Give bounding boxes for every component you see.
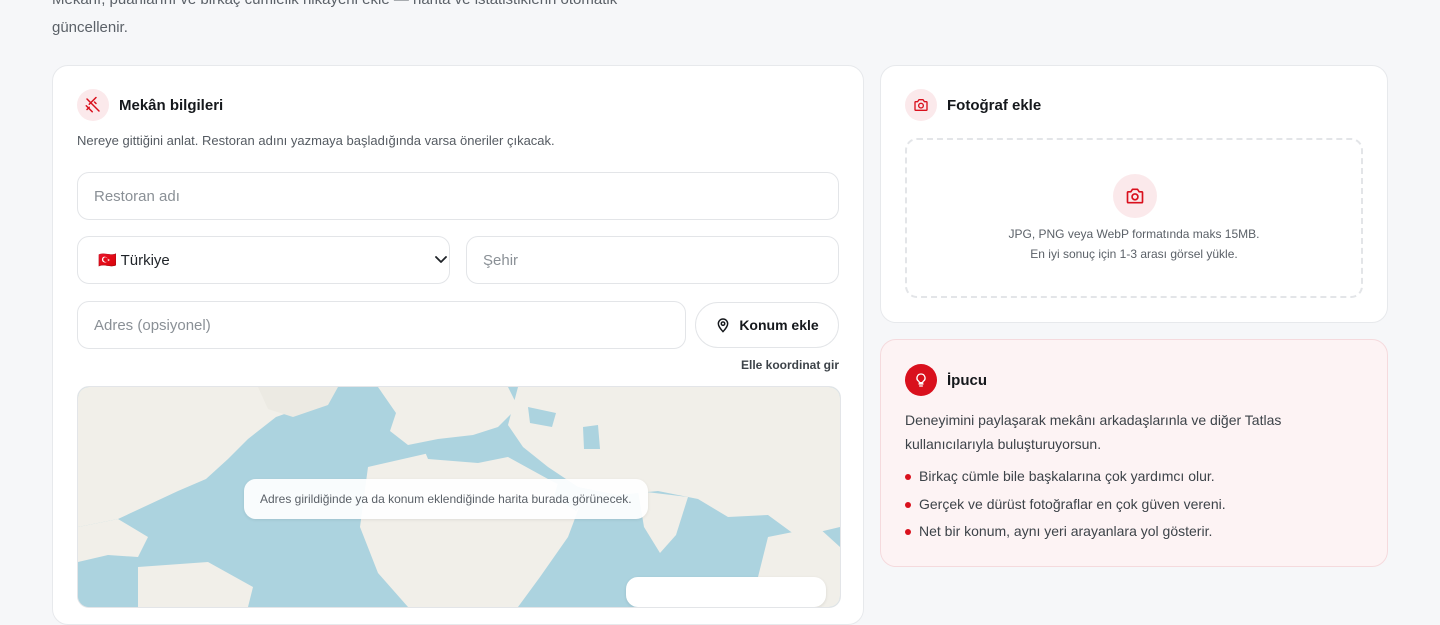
venue-info-card: Mekân bilgileri Nereye gittiğini anlat. … — [52, 65, 864, 625]
tip-list-item: Net bir konum, aynı yeri arayanlara yol … — [905, 521, 1226, 549]
photo-dropzone[interactable]: JPG, PNG veya WebP formatında maks 15MB.… — [905, 138, 1363, 298]
intro-line-1: Mekânı, puanlarını ve birkaç cümlelik hi… — [52, 0, 692, 14]
address-input[interactable] — [77, 301, 686, 349]
tip-list-item: Gerçek ve dürüst fotoğraflar en çok güve… — [905, 494, 1226, 522]
restaurant-name-input[interactable] — [77, 172, 839, 220]
camera-upload-icon — [1113, 174, 1157, 218]
city-input[interactable] — [466, 236, 839, 284]
tip-list: Birkaç cümle bile başkalarına çok yardım… — [905, 466, 1226, 549]
map-preview[interactable]: Adres girildiğinde ya da konum eklendiği… — [77, 386, 841, 608]
photo-upload-card: Fotoğraf ekle JPG, PNG veya WebP formatı… — [880, 65, 1388, 323]
photo-count-hint: En iyi sonuç için 1-3 arası görsel yükle… — [1030, 247, 1238, 261]
venue-section-header: Mekân bilgileri — [77, 89, 223, 121]
photo-section-title: Fotoğraf ekle — [947, 96, 1042, 114]
add-location-button[interactable]: Konum ekle — [695, 302, 839, 348]
tip-section-header: İpucu — [905, 364, 987, 396]
venue-section-title: Mekân bilgileri — [119, 96, 224, 114]
page-intro: Mekânı, puanlarını ve birkaç cümlelik hi… — [52, 0, 692, 42]
map-pin-icon — [717, 318, 729, 333]
tip-list-item: Birkaç cümle bile başkalarına çok yardım… — [905, 466, 1226, 494]
venue-section-subtitle: Nereye gittiğini anlat. Restoran adını y… — [77, 133, 555, 148]
photo-section-header: Fotoğraf ekle — [905, 89, 1041, 121]
country-select[interactable]: 🇹🇷 Türkiye — [77, 236, 450, 284]
map-placeholder-message: Adres girildiğinde ya da konum eklendiği… — [244, 479, 648, 519]
tip-card: İpucu Deneyimini paylaşarak mekânı arkad… — [880, 339, 1388, 567]
intro-line-2: güncellenir. — [52, 19, 128, 36]
utensils-crossed-icon — [77, 89, 109, 121]
camera-icon — [905, 89, 937, 121]
lightbulb-icon — [905, 364, 937, 396]
tip-section-title: İpucu — [947, 371, 987, 389]
photo-format-hint: JPG, PNG veya WebP formatında maks 15MB. — [1008, 227, 1260, 241]
map-overlay-chip — [626, 577, 826, 607]
tip-description: Deneyimini paylaşarak mekânı arkadaşları… — [905, 412, 1282, 452]
add-location-label: Konum ekle — [739, 317, 819, 333]
manual-coordinates-link[interactable]: Elle koordinat gir — [741, 358, 839, 372]
